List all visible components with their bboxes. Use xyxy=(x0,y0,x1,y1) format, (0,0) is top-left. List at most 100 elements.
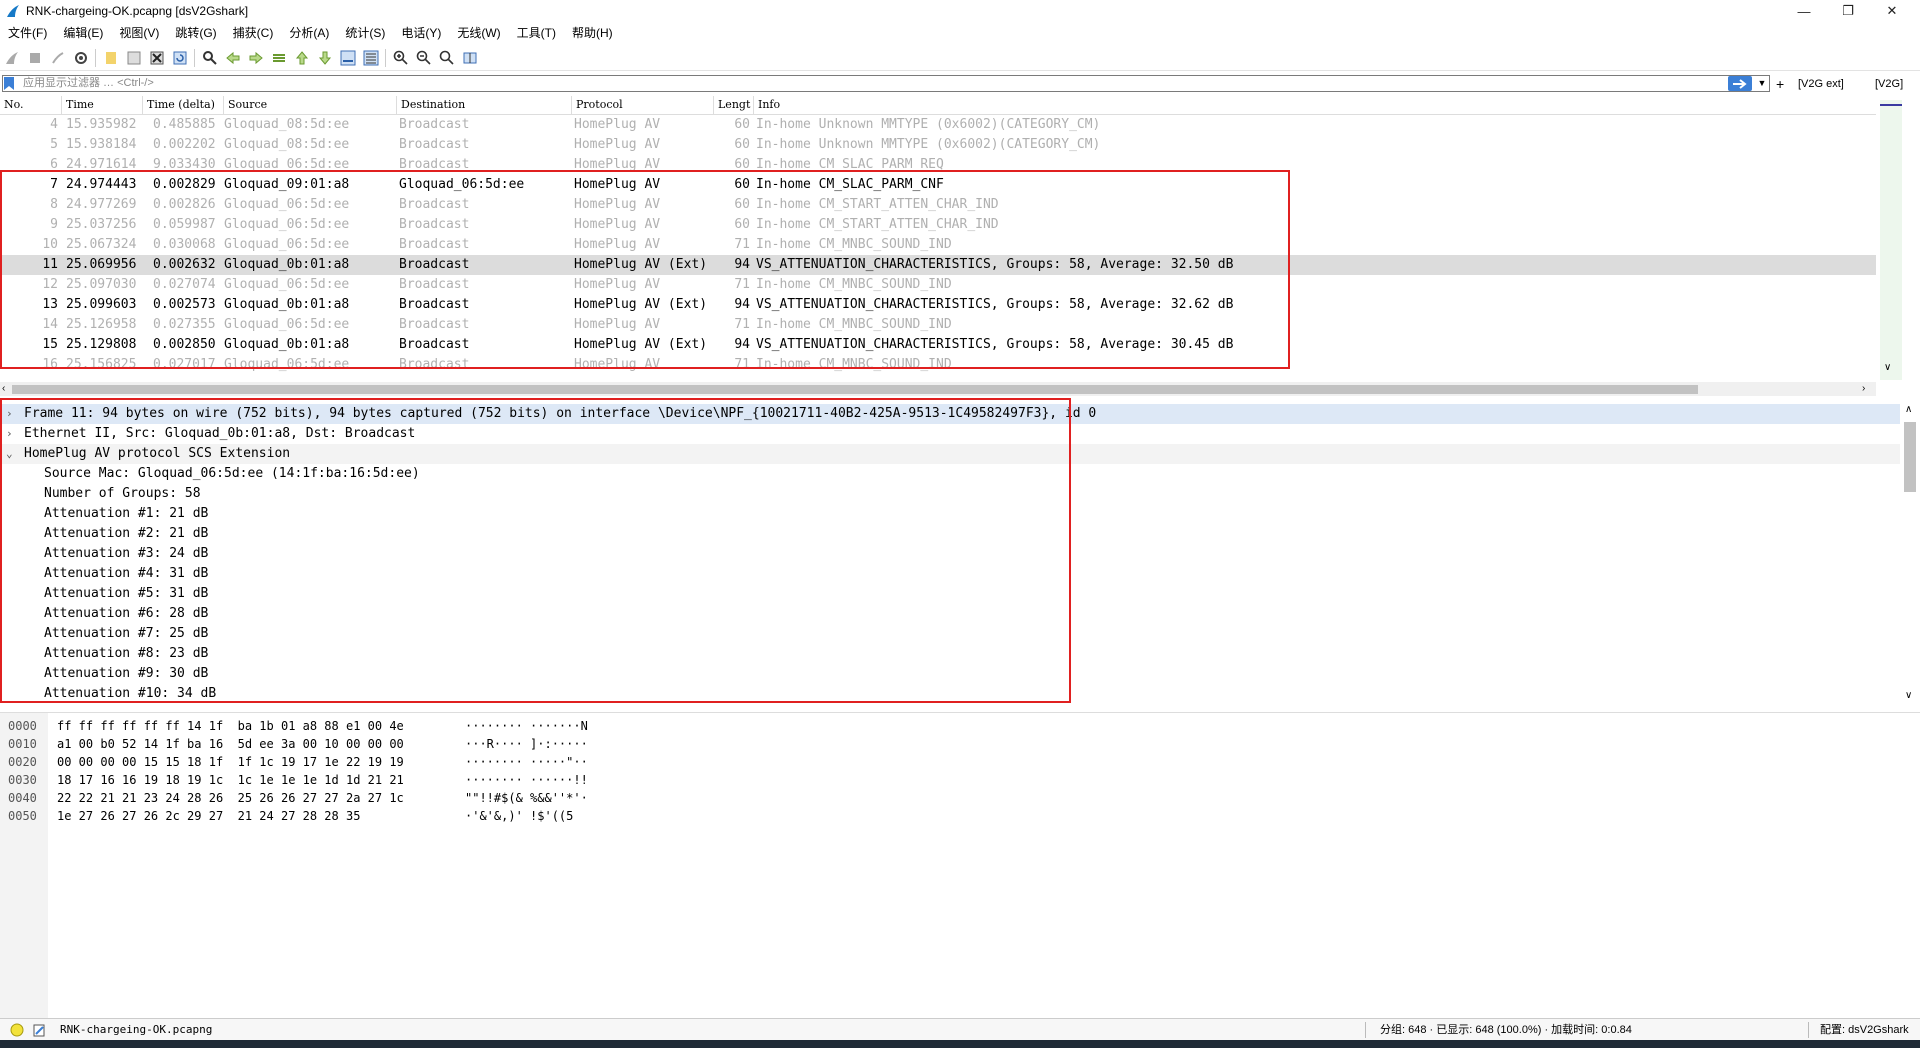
go-last-button[interactable] xyxy=(316,49,334,67)
packet-row[interactable]: 15 25.129808 0.002850 Gloquad_0b:01:a8 Broad… xyxy=(0,335,1876,355)
column-header-time-delta[interactable]: Time (delta) xyxy=(143,96,224,114)
bytes-ascii[interactable]: ···R···· ]·:····· xyxy=(465,735,588,753)
stop-capture-button[interactable] xyxy=(26,49,44,67)
detail-row[interactable]: Attenuation #9: 30 dB xyxy=(0,664,1900,684)
bytes-hex[interactable]: a1 00 b0 52 14 1f ba 16 5d ee 3a 00 10 0… xyxy=(57,735,404,753)
filter-button-v2g[interactable]: [V2G] xyxy=(1875,74,1903,94)
packet-row[interactable]: 13 25.099603 0.002573 Gloquad_0b:01:a8 Broad… xyxy=(0,295,1876,315)
detail-row[interactable]: Attenuation #10: 34 dB xyxy=(0,684,1900,704)
packet-row[interactable]: 5 15.938184 0.002202 Gloquad_08:5d:ee Broadc… xyxy=(0,135,1876,155)
bytes-ascii[interactable]: ""!!#$(& %&&''*'· xyxy=(465,789,588,807)
bytes-hex[interactable]: 22 22 21 21 23 24 28 26 25 26 26 27 27 2… xyxy=(57,789,404,807)
bytes-hex[interactable]: 00 00 00 00 15 15 18 1f 1f 1c 19 17 1e 2… xyxy=(57,753,404,771)
bytes-ascii[interactable]: ········ ·······N xyxy=(465,717,588,735)
zoom-out-button[interactable] xyxy=(415,49,433,67)
bytes-ascii[interactable]: ········ ·····"·· xyxy=(465,753,588,771)
menu-analyze[interactable]: 分析(A) xyxy=(281,22,337,44)
resize-columns-button[interactable] xyxy=(461,49,479,67)
detail-row[interactable]: Attenuation #7: 25 dB xyxy=(0,624,1900,644)
bytes-ascii[interactable]: ········ ······!! xyxy=(465,771,588,789)
menu-file[interactable]: 文件(F) xyxy=(0,22,55,44)
detail-row[interactable]: Number of Groups: 58 xyxy=(0,484,1900,504)
packet-row[interactable]: 7 24.974443 0.002829 Gloquad_09:01:a8 Gloqua… xyxy=(0,175,1876,195)
capture-options-button[interactable] xyxy=(72,49,90,67)
add-filter-button[interactable]: + xyxy=(1776,74,1784,94)
auto-scroll-button[interactable] xyxy=(339,49,357,67)
open-file-button[interactable] xyxy=(102,49,120,67)
close-file-button[interactable] xyxy=(148,49,166,67)
column-header-destination[interactable]: Destination xyxy=(397,96,572,114)
detail-row[interactable]: Source Mac: Gloquad_06:5d:ee (14:1f:ba:1… xyxy=(0,464,1900,484)
save-file-button[interactable] xyxy=(125,49,143,67)
menu-telephony[interactable]: 电话(Y) xyxy=(393,22,449,44)
packet-row[interactable]: 4 15.935982 0.485885 Gloquad_08:5d:ee Broadc… xyxy=(0,115,1876,135)
chevron-right-icon[interactable]: › xyxy=(6,404,16,424)
restart-capture-button[interactable] xyxy=(49,49,67,67)
maximize-button[interactable]: ❐ xyxy=(1828,0,1868,22)
packet-row[interactable]: 8 24.977269 0.002826 Gloquad_06:5d:ee Broadc… xyxy=(0,195,1876,215)
detail-row[interactable]: Attenuation #2: 21 dB xyxy=(0,524,1900,544)
normal-size-button[interactable] xyxy=(438,49,456,67)
detail-row[interactable]: › Ethernet II, Src: Gloquad_0b:01:a8, Dst… xyxy=(0,424,1900,444)
detail-row[interactable]: Attenuation #3: 24 dB xyxy=(0,544,1900,564)
menu-tools[interactable]: 工具(T) xyxy=(509,22,564,44)
hscroll-thumb[interactable] xyxy=(12,385,1698,394)
detail-row[interactable]: Attenuation #1: 21 dB xyxy=(0,504,1900,524)
packet-row[interactable]: 16 25.156825 0.027017 Gloquad_06:5d:ee Broad… xyxy=(0,355,1876,375)
filter-history-dropdown[interactable]: ▼ xyxy=(1756,76,1768,91)
close-button[interactable]: ✕ xyxy=(1872,0,1912,22)
packet-row[interactable]: 14 25.126958 0.027355 Gloquad_06:5d:ee Broad… xyxy=(0,315,1876,335)
bytes-hex[interactable]: 18 17 16 16 19 18 19 1c 1c 1e 1e 1e 1d 1… xyxy=(57,771,404,789)
expert-info-icon[interactable] xyxy=(10,1023,24,1037)
detail-row[interactable]: › Frame 11: 94 bytes on wire (752 bits), … xyxy=(0,404,1900,424)
bytes-hex[interactable]: 1e 27 26 27 26 2c 29 27 21 24 27 28 28 3… xyxy=(57,807,360,825)
go-back-button[interactable] xyxy=(224,49,242,67)
menu-edit[interactable]: 编辑(E) xyxy=(55,22,111,44)
column-header-source[interactable]: Source xyxy=(224,96,397,114)
packet-list-hscrollbar[interactable]: ‹ › xyxy=(0,382,1876,396)
chevron-right-icon[interactable]: › xyxy=(6,424,16,444)
detail-row[interactable]: ⌄ HomePlug AV protocol SCS Extension xyxy=(0,444,1900,464)
display-filter-input[interactable]: 应用显示过滤器 … <Ctrl-/> xyxy=(2,75,1770,92)
filter-button-v2g-ext[interactable]: [V2G ext] xyxy=(1798,74,1844,94)
go-forward-button[interactable] xyxy=(247,49,265,67)
go-first-button[interactable] xyxy=(293,49,311,67)
detail-row[interactable]: Attenuation #4: 31 dB xyxy=(0,564,1900,584)
bytes-hex[interactable]: ff ff ff ff ff ff 14 1f ba 1b 01 a8 88 e… xyxy=(57,717,404,735)
details-scroll-thumb[interactable] xyxy=(1904,422,1916,492)
packet-row[interactable]: 12 25.097030 0.027074 Gloquad_06:5d:ee Broad… xyxy=(0,275,1876,295)
menu-view[interactable]: 视图(V) xyxy=(111,22,167,44)
status-profile[interactable]: 配置: dsV2Gshark xyxy=(1820,1019,1909,1041)
packet-row[interactable]: 11 25.069956 0.002632 Gloquad_0b:01:a8 Broad… xyxy=(0,255,1876,275)
menu-help[interactable]: 帮助(H) xyxy=(564,22,621,44)
column-header-no[interactable]: No. xyxy=(0,96,62,114)
menu-capture[interactable]: 捕获(C) xyxy=(225,22,282,44)
colorize-button[interactable] xyxy=(362,49,380,67)
column-header-protocol[interactable]: Protocol xyxy=(572,96,714,114)
detail-row[interactable]: Attenuation #6: 28 dB xyxy=(0,604,1900,624)
detail-row[interactable]: Attenuation #8: 23 dB xyxy=(0,644,1900,664)
capture-comment-icon[interactable] xyxy=(32,1023,46,1037)
packet-row[interactable]: 9 25.037256 0.059987 Gloquad_06:5d:ee Broadc… xyxy=(0,215,1876,235)
reload-file-button[interactable] xyxy=(171,49,189,67)
packet-row[interactable]: 10 25.067324 0.030068 Gloquad_06:5d:ee Broad… xyxy=(0,235,1876,255)
column-header-time[interactable]: Time xyxy=(62,96,143,114)
menu-wireless[interactable]: 无线(W) xyxy=(449,22,508,44)
find-packet-button[interactable] xyxy=(201,49,219,67)
menu-statistics[interactable]: 统计(S) xyxy=(337,22,393,44)
bytes-ascii[interactable]: ·'&'&,)' !$'((5 xyxy=(465,807,573,825)
packet-row[interactable]: 6 24.971614 9.033430 Gloquad_06:5d:ee Broadc… xyxy=(0,155,1876,175)
zoom-in-button[interactable] xyxy=(392,49,410,67)
start-capture-button[interactable] xyxy=(3,49,21,67)
apply-filter-button[interactable] xyxy=(1728,76,1752,91)
column-header-info[interactable]: Info xyxy=(754,96,1876,114)
menu-go[interactable]: 跳转(G) xyxy=(167,22,224,44)
details-scrollbar[interactable]: ∧ ∨ xyxy=(1900,404,1920,706)
column-header-length[interactable]: Lengt xyxy=(714,96,754,114)
bookmark-icon[interactable] xyxy=(4,77,14,90)
chevron-down-icon[interactable]: ⌄ xyxy=(6,444,16,464)
packet-list-scrollbar[interactable]: ∨ xyxy=(1878,96,1904,380)
detail-row[interactable]: Attenuation #5: 31 dB xyxy=(0,584,1900,604)
minimize-button[interactable]: — xyxy=(1784,0,1824,22)
go-to-packet-button[interactable] xyxy=(270,49,288,67)
